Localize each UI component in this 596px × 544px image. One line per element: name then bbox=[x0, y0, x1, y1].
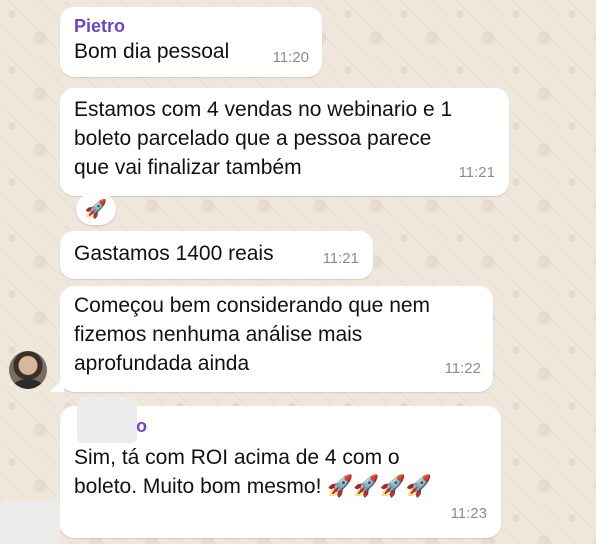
avatar[interactable] bbox=[9, 351, 47, 389]
redacted-sender-name bbox=[77, 397, 137, 443]
message-text: Sim, tá com ROI acima de 4 com o boleto.… bbox=[74, 446, 432, 498]
message-text: Gastamos 1400 reais bbox=[74, 242, 274, 265]
message-time: 11:21 bbox=[458, 164, 495, 181]
message-bubble[interactable]: Pietro Bom dia pessoal 11:20 bbox=[60, 7, 322, 77]
message-bubble[interactable]: Estamos com 4 vendas no webinario e 1 bo… bbox=[60, 88, 509, 196]
message-time: 11:20 bbox=[272, 49, 309, 66]
message-text: Começou bem considerando que nem fizemos… bbox=[74, 294, 431, 375]
message-bubble[interactable]: Começou bem considerando que nem fizemos… bbox=[60, 286, 493, 392]
redacted-avatar bbox=[0, 500, 60, 544]
message-time: 11:21 bbox=[322, 250, 359, 267]
message-bubble[interactable]: Gastamos 1400 reais 11:21 bbox=[60, 231, 373, 279]
message-text: Estamos com 4 vendas no webinario e 1 bo… bbox=[74, 98, 453, 179]
message-time: 11:23 bbox=[450, 505, 487, 522]
reaction-badge[interactable]: 🚀 bbox=[76, 193, 116, 225]
rocket-icon: 🚀 bbox=[84, 198, 108, 219]
bubble-tail bbox=[50, 378, 64, 392]
sender-name[interactable]: Pietro bbox=[74, 15, 308, 37]
message-time: 11:22 bbox=[444, 360, 481, 377]
